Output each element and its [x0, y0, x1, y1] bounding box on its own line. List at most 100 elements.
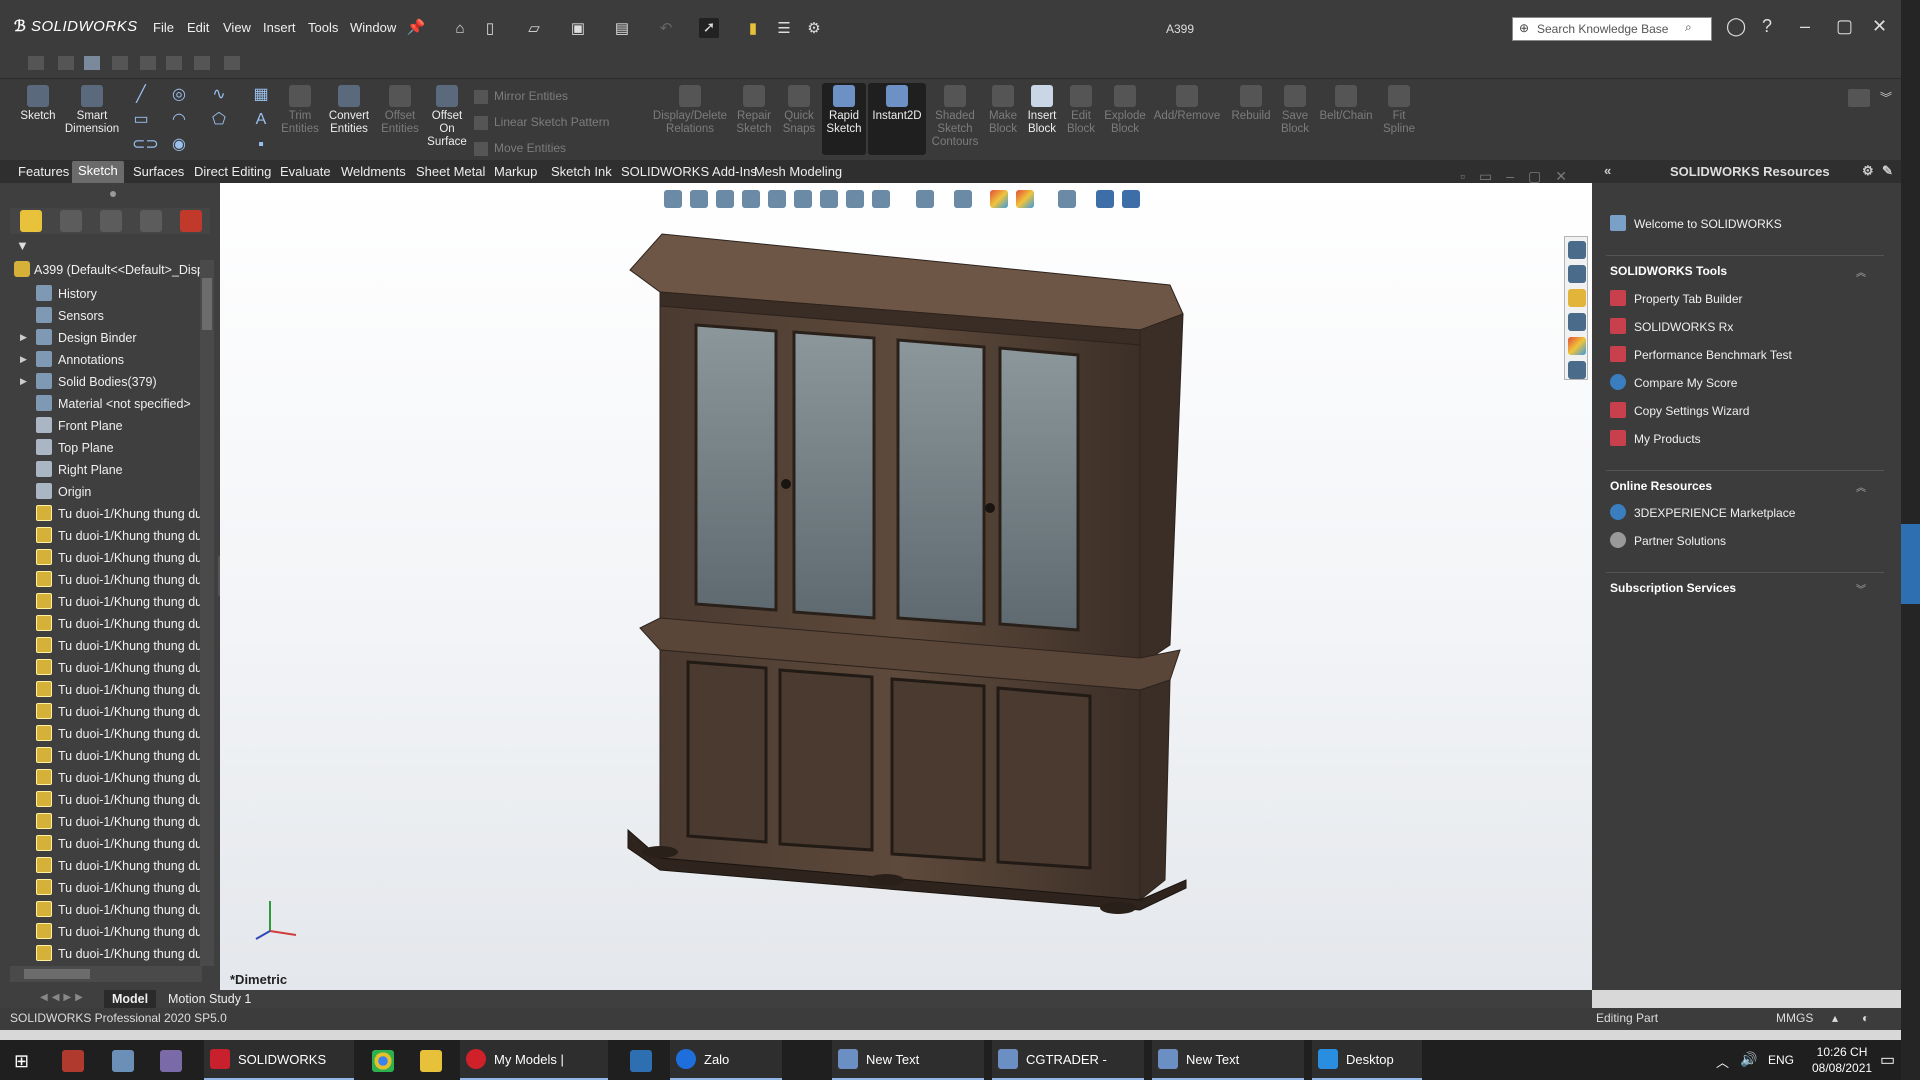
undo-view-icon[interactable]	[1096, 190, 1114, 208]
tree-item-part[interactable]: Tu duoi-1/Khung thung du	[36, 813, 202, 831]
circle-icon[interactable]: ◎	[170, 87, 188, 103]
unit-system[interactable]: MMGS	[1776, 1011, 1813, 1025]
convert-entities-button[interactable]: Convert Entities	[326, 85, 372, 136]
rotate-icon[interactable]	[820, 190, 838, 208]
taskbar-app-notepad[interactable]: New Text Documen...	[832, 1040, 984, 1080]
tree-root[interactable]: A399 (Default<<Default>_Disp	[14, 261, 204, 281]
close-icon[interactable]: ✕	[1872, 16, 1887, 37]
custom-properties-icon[interactable]	[1568, 361, 1586, 379]
file-explorer-icon[interactable]	[1568, 289, 1586, 307]
solidworks-logo[interactable]: ℬ SOLIDWORKS	[14, 17, 138, 35]
tree-vertical-scroll-thumb[interactable]	[202, 278, 212, 330]
tree-item-part[interactable]: Tu duoi-1/Khung thung du	[36, 901, 202, 919]
tree-item-material[interactable]: Material <not specified>	[36, 395, 202, 413]
tab-direct-editing[interactable]: Direct Editing	[194, 164, 271, 179]
home-icon[interactable]: ⌂	[450, 19, 470, 39]
menu-tools[interactable]: Tools	[308, 20, 338, 35]
pin-icon[interactable]: 📌	[406, 18, 426, 38]
welcome-link[interactable]: Welcome to SOLIDWORKS	[1610, 215, 1782, 231]
section-online-resources[interactable]: Online Resources	[1610, 479, 1712, 493]
tab-mesh-modeling[interactable]: Mesh Modeling	[754, 164, 842, 179]
panel-splitter-handle[interactable]	[110, 191, 116, 197]
edit-appearance-icon[interactable]	[990, 190, 1008, 208]
zoom-to-area-icon[interactable]	[690, 190, 708, 208]
minimize-viewport-icon[interactable]: –	[1506, 168, 1528, 184]
collapse-section-icon[interactable]: ︽	[1856, 264, 1866, 279]
trim-entities-button[interactable]: Trim Entities	[280, 85, 320, 136]
shaded-sketch-contours-button[interactable]: Shaded Sketch Contours	[930, 85, 980, 149]
tree-item-part[interactable]: Tu duoi-1/Khung thung du	[36, 835, 202, 853]
tool-link[interactable]: Copy Settings Wizard	[1610, 402, 1749, 418]
task-pane-settings-icon[interactable]: ⚙	[1862, 163, 1874, 179]
arc-icon[interactable]: ◠	[170, 112, 188, 128]
tree-item-part[interactable]: Tu duoi-1/Khung thung du	[36, 615, 202, 633]
taskbar-app-desktop[interactable]: Desktop	[1312, 1040, 1422, 1080]
tree-item-part[interactable]: Tu duoi-1/Khung thung du	[36, 857, 202, 875]
dimxpert-manager-tab-icon[interactable]	[140, 210, 162, 232]
explode-block-button[interactable]: Explode Block	[1102, 85, 1148, 136]
view-settings-icon[interactable]	[954, 190, 972, 208]
tool-link[interactable]: Property Tab Builder	[1610, 290, 1743, 306]
close-viewport-icon[interactable]: ✕	[1555, 168, 1581, 184]
notifications-icon[interactable]: ▭	[1880, 1050, 1895, 1070]
tree-vertical-scrollbar[interactable]	[200, 260, 214, 966]
strip-icon[interactable]	[166, 56, 182, 70]
tree-item-front-plane[interactable]: Front Plane	[36, 417, 202, 435]
tree-item-part[interactable]: Tu duoi-1/Khung thung du	[36, 945, 202, 963]
tab-sheet-metal[interactable]: Sheet Metal	[416, 164, 485, 179]
expand-arrow-icon[interactable]: ▶	[20, 332, 27, 343]
maximize-icon[interactable]: ▢	[1836, 16, 1853, 37]
tree-item-top-plane[interactable]: Top Plane	[36, 439, 202, 457]
plane-icon[interactable]: ▪	[252, 137, 270, 153]
tree-item-solid-bodies[interactable]: Solid Bodies(379)	[36, 373, 202, 391]
display-manager-tab-icon[interactable]	[180, 210, 202, 232]
resources-home-icon[interactable]	[1568, 241, 1586, 259]
sketch-fillet-icon[interactable]: ▦	[252, 87, 270, 103]
strip-icon[interactable]	[58, 56, 74, 70]
view-orientation-icon[interactable]	[846, 190, 864, 208]
select-icon[interactable]: ➚	[699, 18, 719, 38]
units-dropdown-icon[interactable]: ▴	[1832, 1011, 1838, 1025]
file-properties-icon[interactable]: ☰	[774, 19, 794, 39]
system-clock[interactable]: 10:26 CH 08/08/2021	[1812, 1044, 1872, 1076]
tree-item-part[interactable]: Tu duoi-1/Khung thung du	[36, 923, 202, 941]
rectangle-icon[interactable]: ▭	[132, 112, 150, 128]
display-style-icon[interactable]	[872, 190, 890, 208]
section-subscription-services[interactable]: Subscription Services	[1610, 581, 1736, 595]
spline-icon[interactable]: ∿	[210, 87, 228, 103]
menu-insert[interactable]: Insert	[263, 20, 296, 35]
strip-icon[interactable]	[28, 56, 44, 70]
offset-entities-button[interactable]: Offset Entities	[378, 85, 422, 136]
task-pane-pin-icon[interactable]: ✎	[1882, 163, 1893, 179]
tab-scroll-arrows-icon[interactable]: ◀◀▶▶	[40, 992, 87, 1003]
account-icon[interactable]: ◯	[1726, 16, 1746, 37]
expand-arrow-icon[interactable]: ▶	[20, 376, 27, 387]
taskbar-app-notepad[interactable]: New Text Documen...	[1152, 1040, 1304, 1080]
options-gear-icon[interactable]: ⚙	[804, 19, 824, 39]
cabinet-model[interactable]	[220, 183, 1592, 990]
show-hidden-icons-icon[interactable]: ︿	[1716, 1052, 1729, 1071]
view-palette-icon[interactable]	[1568, 313, 1586, 331]
apply-scene-icon[interactable]	[1016, 190, 1034, 208]
tree-item-part[interactable]: Tu duoi-1/Khung thung du	[36, 879, 202, 897]
volume-icon[interactable]: 🔊	[1740, 1051, 1757, 1068]
traffic-light-icon[interactable]: ▮	[743, 19, 763, 39]
customize-status-icon[interactable]: ◐	[1862, 1011, 1869, 1025]
repair-sketch-button[interactable]: Repair Sketch	[734, 85, 774, 136]
menu-window[interactable]: Window	[350, 20, 396, 35]
file-explorer-icon[interactable]	[420, 1050, 442, 1072]
edit-block-button[interactable]: Edit Block	[1064, 85, 1098, 136]
quick-snaps-button[interactable]: Quick Snaps	[780, 85, 818, 136]
tree-item-part[interactable]: Tu duoi-1/Khung thung du	[36, 791, 202, 809]
polygon-icon[interactable]: ⬠	[210, 112, 228, 128]
search-icon[interactable]: ⌕	[1685, 20, 1692, 35]
tab-model[interactable]: Model	[104, 990, 157, 1008]
tree-item-part[interactable]: Tu duoi-1/Khung thung du	[36, 637, 202, 655]
design-library-icon[interactable]	[1568, 265, 1586, 283]
smart-dimension-button[interactable]: Smart Dimension	[62, 85, 122, 136]
tool-link[interactable]: My Products	[1610, 430, 1701, 446]
tree-item-part[interactable]: Tu duoi-1/Khung thung du	[36, 527, 202, 545]
collapse-chevron-icon[interactable]: ︾	[1880, 89, 1892, 106]
tree-item-sensors[interactable]: Sensors	[36, 307, 202, 325]
menu-edit[interactable]: Edit	[187, 20, 209, 35]
